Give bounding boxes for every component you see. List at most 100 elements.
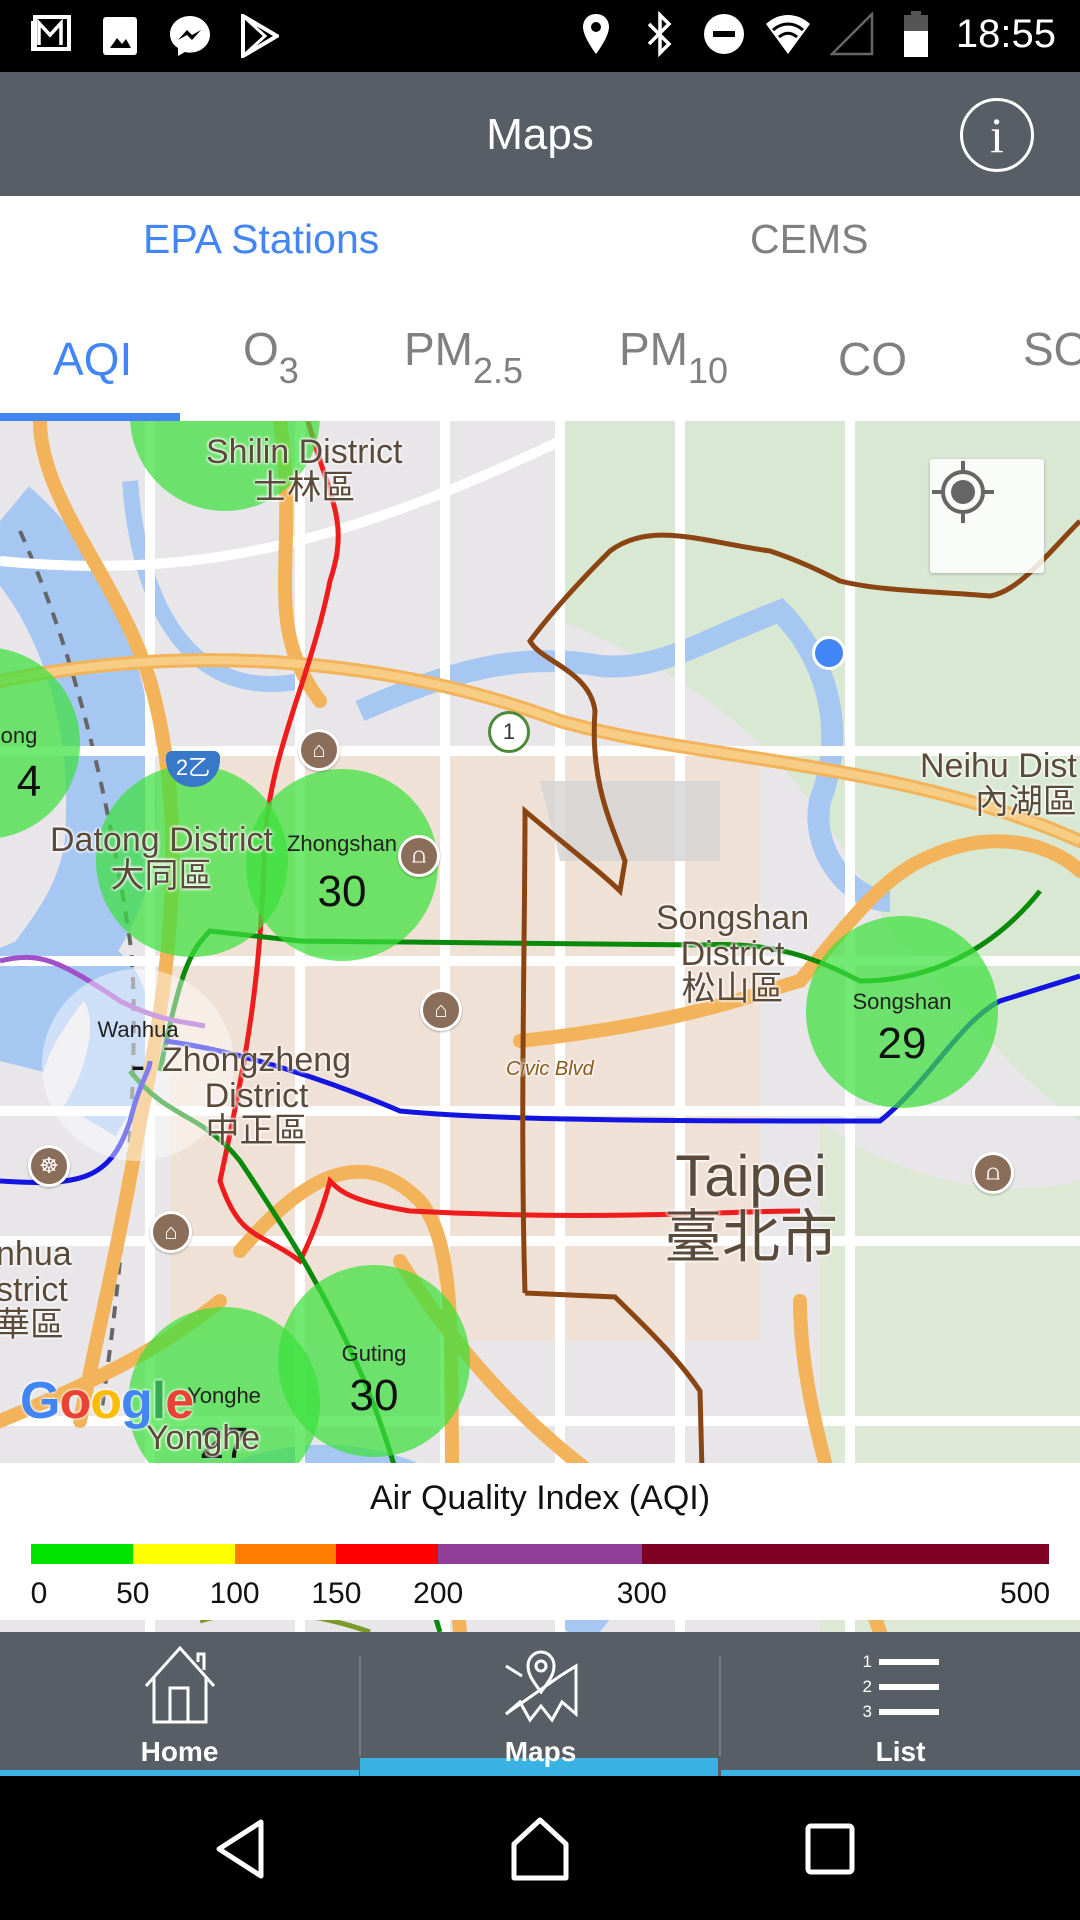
home-icon (144, 1646, 215, 1724)
legend-tick-label: 0 (30, 1577, 48, 1610)
recents-button[interactable] (795, 1814, 865, 1884)
legend-tick-label: 50 (116, 1577, 150, 1610)
my-location-icon (932, 461, 994, 523)
label-en: Shilin District (206, 433, 403, 471)
label-zh: 大同區 (110, 856, 213, 895)
list-number: 2 (862, 1677, 872, 1696)
nav-home[interactable]: Home (0, 1632, 359, 1776)
list-number: 3 (862, 1702, 872, 1721)
station-aqi-value: 4 (16, 757, 42, 806)
messenger-icon (166, 12, 214, 60)
label-zh: 臺北市 (664, 1204, 839, 1270)
info-icon: i (990, 107, 1004, 163)
back-button[interactable] (206, 1814, 276, 1884)
tab-label: AQI (53, 333, 133, 385)
museum-icon[interactable]: ⌂ (298, 729, 340, 771)
legend-segment (336, 1544, 439, 1564)
page-title: Maps (486, 110, 594, 159)
pollutant-tabs: AQI O3 PM2.5 PM10 CO SO (0, 296, 1080, 421)
map-view[interactable]: ong 4 Zhongshan 30 Songshan 29 Wanhua - … (0, 421, 1080, 1632)
tab-epa-stations[interactable]: EPA Stations (143, 216, 379, 263)
info-button[interactable]: i (960, 98, 1034, 172)
tab-label: O (243, 323, 279, 375)
location-icon (572, 10, 620, 58)
legend-tick-label: 300 (616, 1577, 667, 1610)
landmark-icon[interactable]: ⩍ (972, 1152, 1014, 1194)
current-location-dot (812, 636, 846, 670)
airport (540, 781, 720, 861)
temple-icon[interactable]: ☸ (28, 1145, 70, 1187)
legend-segment (438, 1544, 642, 1564)
tab-label: PM (404, 323, 473, 375)
recents-icon (805, 1823, 855, 1875)
station-name: Wanhua (97, 1017, 179, 1042)
nav-label: Home (140, 1736, 219, 1767)
tab-pm10[interactable]: PM10 (619, 322, 728, 392)
city-label-taipei: Taipei 臺北市 (664, 1144, 839, 1270)
tab-subscript: 10 (688, 350, 729, 391)
tab-subscript: 3 (278, 350, 299, 391)
tab-co[interactable]: CO (838, 332, 907, 386)
gmail-icon (26, 12, 74, 60)
legend-tick-label: 150 (311, 1577, 362, 1610)
source-tabs: EPA Stations CEMS (0, 196, 1080, 296)
tab-label: PM (619, 323, 688, 375)
museum-icon[interactable]: ⌂ (150, 1211, 192, 1253)
museum-icon[interactable]: ⌂ (420, 989, 462, 1031)
label-zh: 內湖區 (974, 782, 1077, 821)
nav-maps[interactable]: Maps (361, 1632, 720, 1776)
my-location-button[interactable] (930, 459, 1044, 573)
home-system-icon (511, 1817, 569, 1881)
legend-tick-label: 200 (413, 1577, 464, 1610)
station-songshan[interactable]: Songshan 29 (806, 916, 998, 1108)
tab-label: SO (1023, 323, 1080, 375)
play-store-icon (236, 12, 284, 60)
system-navigation-bar (0, 1776, 1080, 1920)
tab-pm25[interactable]: PM2.5 (404, 322, 523, 392)
station-name: Songshan (852, 989, 952, 1014)
home-system-button[interactable] (505, 1814, 575, 1884)
aqi-legend: Air Quality Index (AQI) 0 50 100 150 200 300 5… (0, 1463, 1080, 1620)
station-name: ong (0, 723, 38, 748)
highway-shield: 1 (488, 711, 530, 753)
road-label-civic-blvd: Civic Blvd (506, 1058, 594, 1080)
legend-tick-label: 500 (999, 1577, 1051, 1610)
tab-o3[interactable]: O3 (243, 322, 299, 392)
cellular-signal-icon (828, 10, 876, 58)
app-header: Maps i (0, 72, 1080, 196)
active-tab-indicator (0, 413, 180, 421)
label-en: strict (0, 1270, 68, 1309)
bluetooth-icon (636, 10, 684, 58)
label-zh: 士林區 (253, 468, 356, 507)
tab-so2[interactable]: SO (1023, 322, 1080, 376)
district-label-neihu: Neihu Dist 內湖區 (920, 748, 1077, 821)
back-icon (216, 1819, 264, 1879)
tab-label: CO (838, 333, 907, 385)
bottom-navigation: Home Maps 1 2 3 List (0, 1632, 1080, 1776)
legend-color-bar (31, 1544, 1049, 1564)
nav-label: List (875, 1736, 926, 1767)
legend-segment (641, 1544, 1049, 1564)
district-label-wanhua: nhua strict 華區 (0, 1236, 72, 1344)
status-bar: 18:55 (0, 0, 1080, 72)
photos-icon (96, 12, 144, 60)
legend-segment (31, 1544, 133, 1564)
district-label-shilin: Shilin District 士林區 (206, 433, 403, 507)
clock: 18:55 (955, 11, 1056, 56)
tab-aqi[interactable]: AQI (53, 332, 132, 386)
legend-segment (234, 1544, 337, 1564)
label-zh: 松山區 (681, 970, 784, 1009)
do-not-disturb-icon (700, 10, 748, 58)
landmark-icon[interactable]: ⩍ (398, 835, 440, 877)
list-number: 1 (862, 1652, 872, 1671)
map-pin-icon (504, 1650, 577, 1723)
district-label-datong: Datong District 大同區 (50, 821, 273, 895)
numbered-list-icon: 1 2 3 (863, 1652, 939, 1724)
nav-label: Maps (504, 1736, 577, 1767)
wifi-icon (764, 10, 812, 58)
tab-cems[interactable]: CEMS (750, 216, 868, 263)
label-en: Datong District (50, 821, 273, 859)
tab-subscript: 2.5 (473, 350, 524, 391)
nav-list[interactable]: 1 2 3 List (721, 1632, 1080, 1776)
label-en: Taipei (675, 1144, 827, 1209)
